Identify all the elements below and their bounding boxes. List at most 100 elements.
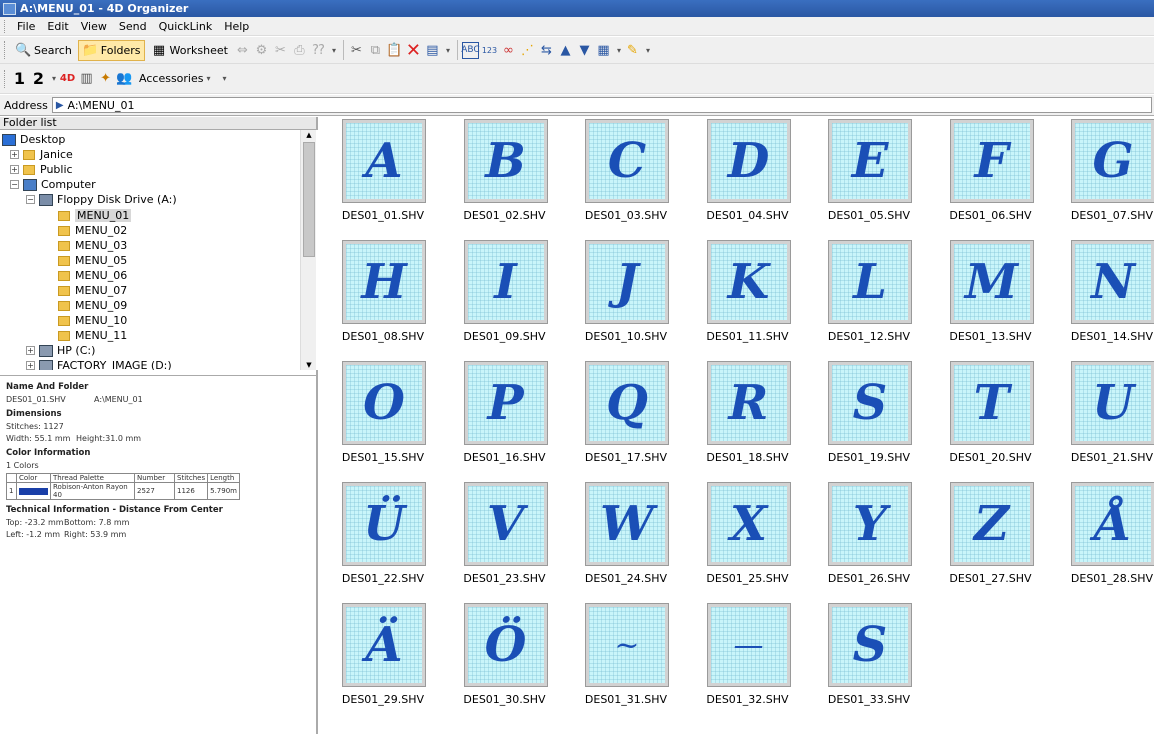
tree-node[interactable]: + Janice <box>10 147 73 162</box>
design-thumbnail[interactable]: W DES01_24.SHV <box>571 482 681 592</box>
thumbnail-frame[interactable]: K <box>706 240 791 324</box>
expand-icon[interactable]: + <box>26 361 35 370</box>
design-thumbnail[interactable]: C DES01_03.SHV <box>571 119 681 229</box>
design-thumbnail[interactable]: V DES01_23.SHV <box>450 482 560 592</box>
design-thumbnail[interactable]: Ö DES01_30.SHV <box>450 603 560 713</box>
thumbnail-frame[interactable]: S <box>828 361 912 445</box>
cut-disabled-icon[interactable]: ✂ <box>272 42 289 59</box>
design-thumbnail[interactable]: Ä DES01_29.SHV <box>328 603 438 713</box>
thumbnail-frame[interactable]: R <box>706 361 791 445</box>
design-thumbnail[interactable]: S DES01_19.SHV <box>814 361 924 471</box>
design-thumbnail[interactable]: L DES01_12.SHV <box>814 240 924 350</box>
menu-view[interactable]: View <box>75 20 113 33</box>
toolbar-grip[interactable] <box>4 41 7 59</box>
catalog-icon[interactable]: ▥ <box>78 70 95 87</box>
expand-icon[interactable]: + <box>10 150 19 159</box>
folders-button[interactable]: 📁 Folders <box>77 39 145 61</box>
thumbnail-frame[interactable]: J <box>585 240 669 324</box>
design-thumbnail[interactable]: F DES01_06.SHV <box>936 119 1046 229</box>
thumbnail-frame[interactable]: P <box>463 361 548 445</box>
menu-edit[interactable]: Edit <box>41 20 74 33</box>
swap-icon[interactable]: ⇆ <box>538 42 555 59</box>
view-two-button[interactable]: 2 <box>30 69 47 88</box>
collapse-icon[interactable]: − <box>10 180 19 189</box>
view-options-dropdown-icon[interactable]: ▾ <box>617 46 621 55</box>
toolbar-overflow-icon[interactable]: ▾ <box>332 46 336 55</box>
thumbnail-frame[interactable]: Å <box>1071 482 1154 566</box>
view-options-icon[interactable]: ▦ <box>595 42 612 59</box>
design-thumbnail[interactable]: Å DES01_28.SHV <box>1057 482 1154 592</box>
tree-node[interactable]: + HP (C:) <box>26 343 95 358</box>
design-thumbnail[interactable]: ~ DES01_31.SHV <box>571 603 681 713</box>
pencil-icon[interactable]: ✎ <box>624 42 641 59</box>
thumbnail-frame[interactable]: X <box>706 482 791 566</box>
worksheet-button[interactable]: ▦ Worksheet <box>147 40 232 61</box>
tree-node[interactable]: + Public <box>10 162 73 177</box>
thumbnail-frame[interactable]: C <box>585 119 669 203</box>
thumbnail-frame[interactable]: F <box>949 119 1034 203</box>
sync-icon[interactable]: ⚙ <box>253 42 270 59</box>
menu-quicklink[interactable]: QuickLink <box>153 20 219 33</box>
tree-node[interactable]: MENU_01 <box>58 208 132 223</box>
thumbnail-frame[interactable]: A <box>342 119 426 203</box>
thumbnail-frame[interactable]: O <box>342 361 426 445</box>
copy-icon[interactable]: ⧉ <box>367 42 384 59</box>
thumbnail-frame[interactable]: N <box>1071 240 1154 324</box>
scrollbar-thumb[interactable] <box>303 142 315 257</box>
tree-node[interactable]: − Floppy Disk Drive (A:) <box>26 192 177 207</box>
thumbnail-frame[interactable]: L <box>828 240 912 324</box>
scroll-down-icon[interactable]: ▼ <box>303 360 315 370</box>
move-icon[interactable]: ⇔ <box>234 42 251 59</box>
tree-node[interactable]: MENU_06 <box>58 268 127 283</box>
design-thumbnail[interactable]: M DES01_13.SHV <box>936 240 1046 350</box>
design-thumbnail[interactable]: P DES01_16.SHV <box>450 361 560 471</box>
table-row[interactable]: 1 Robison-Anton Rayon 40 2527 1126 5.790… <box>6 482 241 500</box>
tree-node[interactable]: MENU_10 <box>58 313 127 328</box>
tree-node[interactable]: MENU_11 <box>58 328 127 343</box>
scroll-up-icon[interactable]: ▲ <box>303 130 315 140</box>
design-thumbnail[interactable]: X DES01_25.SHV <box>693 482 803 592</box>
thumbnail-frame[interactable]: M <box>949 240 1034 324</box>
tree-node[interactable]: Desktop <box>2 132 65 147</box>
expand-icon[interactable]: + <box>26 346 35 355</box>
number-icon[interactable]: 123 <box>481 42 498 59</box>
toolbar-grip[interactable] <box>4 19 7 33</box>
thumbnail-frame[interactable]: V <box>463 482 548 566</box>
design-thumbnail[interactable]: T DES01_20.SHV <box>936 361 1046 471</box>
thumbnail-frame[interactable]: — <box>706 603 791 687</box>
thumbnail-frame[interactable]: G <box>1071 119 1154 203</box>
toolbar-grip[interactable] <box>4 69 7 88</box>
tree-scrollbar[interactable]: ▲ ▼ <box>300 130 316 370</box>
thumbnail-frame[interactable]: ~ <box>585 603 669 687</box>
design-thumbnail[interactable]: Ü DES01_22.SHV <box>328 482 438 592</box>
design-thumbnail[interactable]: I DES01_09.SHV <box>450 240 560 350</box>
thumbnail-frame[interactable]: U <box>1071 361 1154 445</box>
design-thumbnail[interactable]: H DES01_08.SHV <box>328 240 438 350</box>
thumbnail-frame[interactable]: Ä <box>342 603 426 687</box>
users-icon[interactable]: 👥 <box>116 70 133 87</box>
design-center-icon[interactable]: 4D <box>59 70 76 87</box>
tree-node[interactable]: + FACTORY_IMAGE (D:) <box>26 358 172 370</box>
design-thumbnail[interactable]: K DES01_11.SHV <box>693 240 803 350</box>
link-icon[interactable]: ∞ <box>500 42 517 59</box>
toolbar-overflow-icon[interactable]: ▾ <box>446 46 450 55</box>
design-thumbnail[interactable]: — DES01_32.SHV <box>693 603 803 713</box>
thumbnail-frame[interactable]: Q <box>585 361 669 445</box>
collapse-icon[interactable]: − <box>26 195 35 204</box>
toolbar-overflow-icon[interactable]: ▾ <box>646 46 650 55</box>
tree-node[interactable]: MENU_05 <box>58 253 127 268</box>
design-thumbnail[interactable]: R DES01_18.SHV <box>693 361 803 471</box>
help-pointer-icon[interactable]: ⁇ <box>310 42 327 59</box>
design-thumbnail[interactable]: O DES01_15.SHV <box>328 361 438 471</box>
properties-icon[interactable]: ▤ <box>424 42 441 59</box>
tree-node[interactable]: MENU_03 <box>58 238 127 253</box>
thumbnail-frame[interactable]: B <box>463 119 548 203</box>
delete-icon[interactable]: ✕ <box>405 40 422 61</box>
menu-help[interactable]: Help <box>218 20 255 33</box>
thumbnail-frame[interactable]: E <box>828 119 912 203</box>
design-thumbnail[interactable]: N DES01_14.SHV <box>1057 240 1154 350</box>
design-thumbnail[interactable]: D DES01_04.SHV <box>693 119 803 229</box>
design-thumbnail[interactable]: S DES01_33.SHV <box>814 603 924 713</box>
toolbar-overflow-icon[interactable]: ▾ <box>223 74 227 83</box>
cut-icon[interactable]: ✂ <box>348 42 365 59</box>
